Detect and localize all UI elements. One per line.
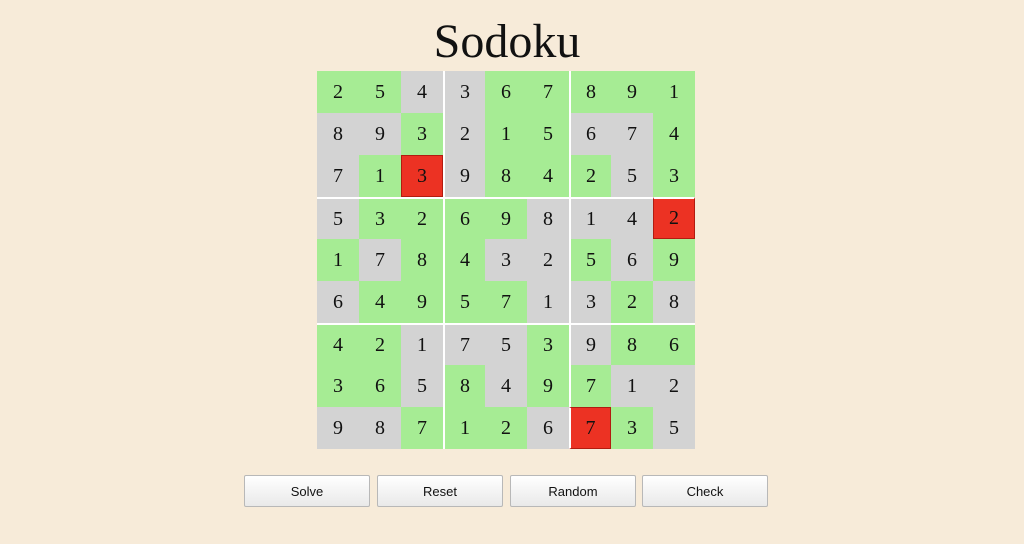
sudoku-cell[interactable]: 4 — [443, 239, 485, 281]
sudoku-cell[interactable]: 8 — [527, 197, 569, 239]
sudoku-board: 2543678918932156747139842535326981421784… — [317, 71, 696, 450]
sudoku-cell[interactable]: 4 — [485, 365, 527, 407]
sudoku-cell[interactable]: 3 — [653, 155, 695, 197]
sudoku-cell[interactable]: 7 — [569, 365, 611, 407]
sudoku-cell[interactable]: 8 — [359, 407, 401, 449]
sudoku-cell[interactable]: 2 — [401, 197, 443, 239]
sudoku-cell[interactable]: 5 — [611, 155, 653, 197]
sudoku-cell[interactable]: 1 — [401, 323, 443, 365]
sudoku-cell[interactable]: 3 — [485, 239, 527, 281]
sudoku-cell[interactable]: 4 — [611, 197, 653, 239]
sudoku-cell[interactable]: 7 — [611, 113, 653, 155]
sudoku-cell[interactable]: 2 — [611, 281, 653, 323]
sudoku-cell[interactable]: 7 — [569, 407, 611, 449]
sudoku-cell[interactable]: 5 — [485, 323, 527, 365]
sudoku-cell[interactable]: 1 — [611, 365, 653, 407]
sudoku-cell[interactable]: 1 — [527, 281, 569, 323]
sudoku-cell[interactable]: 9 — [611, 71, 653, 113]
sudoku-cell[interactable]: 5 — [443, 281, 485, 323]
sudoku-cell[interactable]: 3 — [569, 281, 611, 323]
sudoku-cell[interactable]: 6 — [527, 407, 569, 449]
sudoku-cell[interactable]: 1 — [317, 239, 359, 281]
sudoku-cell[interactable]: 5 — [569, 239, 611, 281]
sudoku-cell[interactable]: 9 — [443, 155, 485, 197]
sudoku-cell[interactable]: 9 — [401, 281, 443, 323]
button-bar: Solve Reset Random Check — [244, 475, 770, 507]
reset-button[interactable]: Reset — [377, 475, 503, 507]
sudoku-cell[interactable]: 7 — [527, 71, 569, 113]
sudoku-cell[interactable]: 3 — [401, 113, 443, 155]
sudoku-cell[interactable]: 8 — [653, 281, 695, 323]
sudoku-cell[interactable]: 7 — [317, 155, 359, 197]
sudoku-cell[interactable]: 6 — [653, 323, 695, 365]
sudoku-cell[interactable]: 4 — [401, 71, 443, 113]
sudoku-cell[interactable]: 7 — [359, 239, 401, 281]
sudoku-cell[interactable]: 5 — [527, 113, 569, 155]
sudoku-cell[interactable]: 2 — [653, 365, 695, 407]
check-button[interactable]: Check — [642, 475, 768, 507]
sudoku-cell[interactable]: 1 — [569, 197, 611, 239]
sudoku-cell[interactable]: 9 — [569, 323, 611, 365]
sudoku-cell[interactable]: 4 — [527, 155, 569, 197]
sudoku-cell[interactable]: 2 — [569, 155, 611, 197]
sudoku-cell[interactable]: 2 — [359, 323, 401, 365]
sudoku-cell[interactable]: 2 — [317, 71, 359, 113]
sudoku-cell[interactable]: 9 — [527, 365, 569, 407]
sudoku-cell[interactable]: 3 — [359, 197, 401, 239]
sudoku-cell[interactable]: 5 — [401, 365, 443, 407]
sudoku-cell[interactable]: 5 — [653, 407, 695, 449]
sudoku-cell[interactable]: 3 — [611, 407, 653, 449]
sudoku-cell[interactable]: 2 — [527, 239, 569, 281]
sudoku-cell[interactable]: 1 — [443, 407, 485, 449]
sudoku-cell[interactable]: 9 — [317, 407, 359, 449]
page-title: Sodoku — [433, 15, 581, 68]
sudoku-cell[interactable]: 7 — [485, 281, 527, 323]
sudoku-cell[interactable]: 8 — [569, 71, 611, 113]
solve-button[interactable]: Solve — [244, 475, 370, 507]
sudoku-cell[interactable]: 9 — [485, 197, 527, 239]
random-button[interactable]: Random — [510, 475, 636, 507]
sudoku-cell[interactable]: 3 — [527, 323, 569, 365]
sudoku-cell[interactable]: 1 — [653, 71, 695, 113]
sudoku-cell[interactable]: 8 — [401, 239, 443, 281]
sudoku-cell[interactable]: 8 — [485, 155, 527, 197]
sudoku-cell[interactable]: 4 — [317, 323, 359, 365]
sudoku-cell[interactable]: 8 — [611, 323, 653, 365]
sudoku-cell[interactable]: 7 — [443, 323, 485, 365]
sudoku-cell[interactable]: 2 — [443, 113, 485, 155]
sudoku-cell[interactable]: 9 — [653, 239, 695, 281]
sudoku-cell[interactable]: 8 — [317, 113, 359, 155]
sudoku-cell[interactable]: 2 — [485, 407, 527, 449]
sudoku-cell[interactable]: 6 — [569, 113, 611, 155]
sudoku-cell[interactable]: 6 — [485, 71, 527, 113]
sudoku-cell[interactable]: 6 — [611, 239, 653, 281]
sudoku-cell[interactable]: 4 — [653, 113, 695, 155]
sudoku-cell[interactable]: 3 — [401, 155, 443, 197]
sudoku-cell[interactable]: 3 — [317, 365, 359, 407]
sudoku-cell[interactable]: 3 — [443, 71, 485, 113]
sudoku-page: Sodoku 254367891893215674713984253532698… — [0, 0, 1024, 544]
sudoku-cell[interactable]: 5 — [317, 197, 359, 239]
sudoku-cell[interactable]: 6 — [317, 281, 359, 323]
sudoku-cell[interactable]: 2 — [653, 197, 695, 239]
sudoku-cell[interactable]: 4 — [359, 281, 401, 323]
sudoku-cell[interactable]: 1 — [359, 155, 401, 197]
sudoku-cell[interactable]: 8 — [443, 365, 485, 407]
sudoku-cell[interactable]: 6 — [443, 197, 485, 239]
sudoku-cell[interactable]: 1 — [485, 113, 527, 155]
sudoku-cell[interactable]: 6 — [359, 365, 401, 407]
sudoku-cell[interactable]: 9 — [359, 113, 401, 155]
sudoku-cell[interactable]: 7 — [401, 407, 443, 449]
sudoku-cell[interactable]: 5 — [359, 71, 401, 113]
